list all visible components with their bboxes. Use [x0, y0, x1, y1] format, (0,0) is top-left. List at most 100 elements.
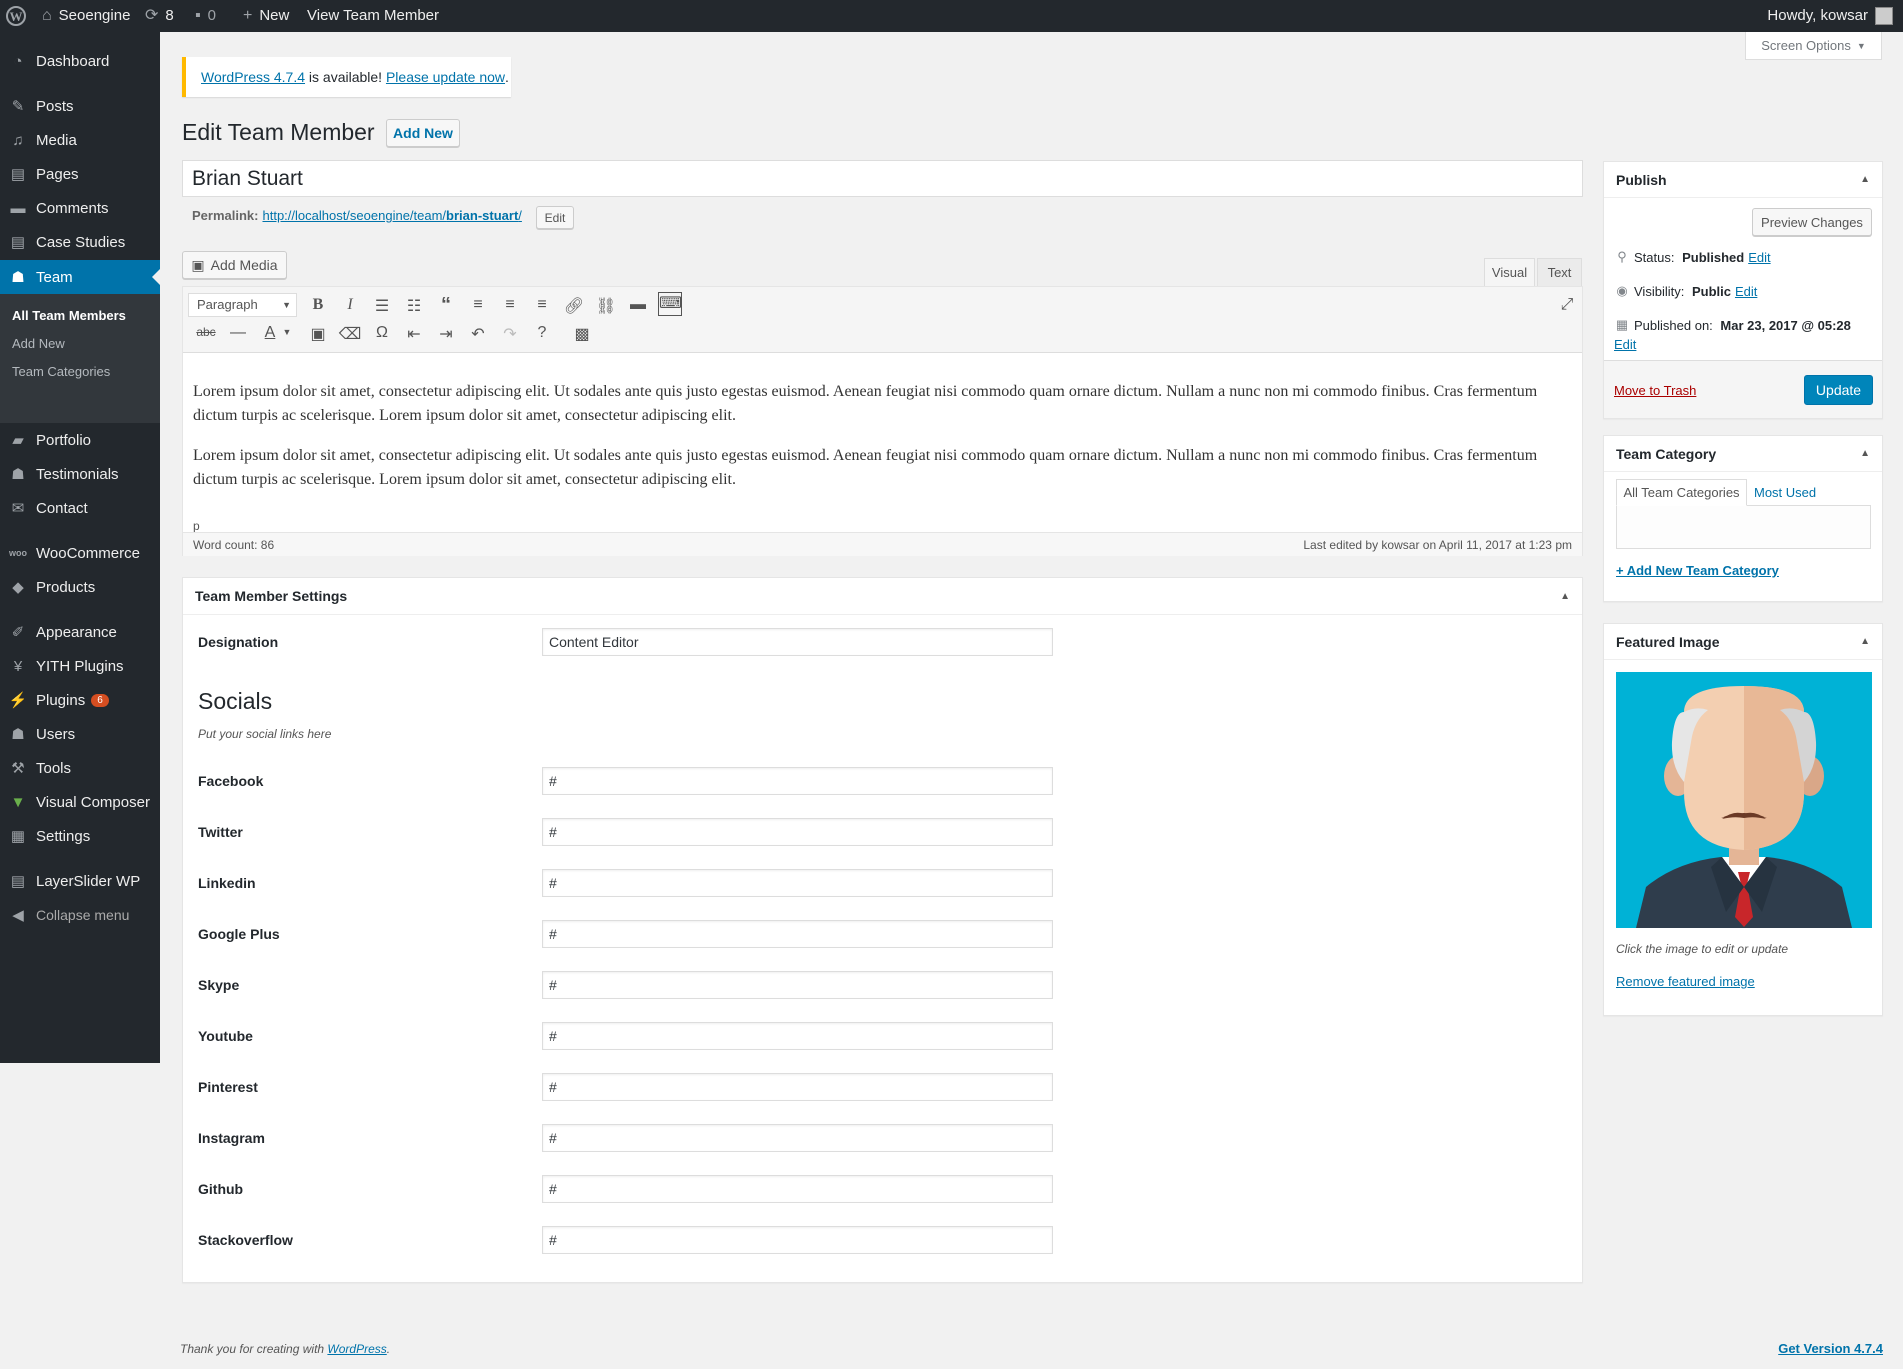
tab-most-used[interactable]: Most Used — [1754, 479, 1816, 506]
format-select[interactable]: Paragraph ▼ — [188, 293, 297, 317]
visibility-edit-link[interactable]: Edit — [1735, 284, 1757, 299]
menu-yith-plugins[interactable]: ¥ YITH Plugins — [0, 649, 160, 683]
github-input[interactable]: # — [542, 1175, 1053, 1203]
menu-woocommerce[interactable]: woo WooCommerce — [0, 536, 160, 570]
linkedin-input[interactable]: # — [542, 869, 1053, 897]
youtube-input[interactable]: # — [542, 1022, 1053, 1050]
stackoverflow-input[interactable]: # — [542, 1226, 1053, 1254]
tab-visual[interactable]: Visual — [1484, 258, 1535, 286]
menu-appearance[interactable]: ✐ Appearance — [0, 615, 160, 649]
editor-content[interactable]: Lorem ipsum dolor sit amet, consectetur … — [193, 380, 1573, 492]
align-left-icon[interactable]: ≡ — [466, 296, 490, 314]
menu-plugins[interactable]: ⚡ Plugins 6 — [0, 683, 160, 717]
menu-team[interactable]: ☗ Team — [0, 260, 160, 294]
account-menu[interactable]: Howdy, kowsar — [1767, 0, 1893, 32]
collapse-arrow-icon[interactable]: ▲ — [1560, 591, 1570, 602]
paste-text-icon[interactable]: ▣ — [306, 324, 330, 344]
wp-logo-menu[interactable]: W — [6, 0, 26, 32]
numbered-list-icon[interactable]: ☷ — [402, 296, 426, 316]
link-icon[interactable]: 🔗︎ — [562, 296, 586, 316]
strikethrough-icon[interactable]: abc — [194, 325, 218, 339]
collapse-arrow-icon[interactable]: ▲ — [1860, 174, 1870, 185]
outdent-icon[interactable]: ⇤ — [402, 324, 426, 344]
bullet-list-icon[interactable]: ☰ — [370, 296, 394, 316]
menu-visual-composer[interactable]: ▼ Visual Composer — [0, 785, 160, 819]
new-content-menu[interactable]: + New — [243, 0, 289, 32]
google-plus-input[interactable]: # — [542, 920, 1053, 948]
menu-layerslider[interactable]: ▤ LayerSlider WP — [0, 864, 160, 898]
special-character-icon[interactable]: Ω — [370, 324, 394, 342]
permalink-edit-button[interactable]: Edit — [536, 206, 574, 229]
preview-changes-button[interactable]: Preview Changes — [1752, 208, 1872, 236]
clear-formatting-icon[interactable]: ⌫ — [338, 324, 362, 344]
featured-image[interactable] — [1616, 672, 1872, 928]
menu-portfolio[interactable]: ▰ Portfolio — [0, 423, 160, 457]
add-new-button[interactable]: Add New — [386, 119, 460, 147]
collapse-arrow-icon[interactable]: ▲ — [1860, 448, 1870, 459]
menu-tools[interactable]: ⚒ Tools — [0, 751, 160, 785]
team-category-header[interactable]: Team Category ▲ — [1604, 436, 1882, 472]
publish-header[interactable]: Publish ▲ — [1604, 162, 1882, 198]
indent-icon[interactable]: ⇥ — [434, 324, 458, 344]
blockquote-icon[interactable]: “ — [434, 294, 458, 317]
title-input[interactable]: Brian Stuart — [182, 160, 1583, 197]
menu-comments[interactable]: ▬ Comments — [0, 191, 160, 225]
skype-input[interactable]: # — [542, 971, 1053, 999]
menu-users[interactable]: ☗ Users — [0, 717, 160, 751]
wordpress-version-link[interactable]: WordPress 4.7.4 — [201, 69, 305, 85]
submenu-team-categories[interactable]: Team Categories — [12, 364, 110, 379]
settings-header[interactable]: Team Member Settings ▲ — [183, 578, 1582, 615]
featured-image-header[interactable]: Featured Image ▲ — [1604, 624, 1882, 660]
update-now-link[interactable]: Please update now — [386, 69, 505, 85]
add-new-team-category-link[interactable]: + Add New Team Category — [1616, 563, 1779, 578]
caret-down-icon[interactable]: ▼ — [275, 327, 299, 337]
menu-case-studies[interactable]: ▤ Case Studies — [0, 225, 160, 259]
category-checklist[interactable] — [1616, 505, 1871, 549]
toolbar-toggle-icon[interactable]: ⌨ — [658, 292, 682, 316]
comments-menu[interactable]: ▪ 0 — [195, 0, 216, 32]
menu-products[interactable]: ◆ Products — [0, 570, 160, 604]
menu-testimonials[interactable]: ☗ Testimonials — [0, 457, 160, 491]
redo-icon[interactable]: ↷ — [498, 324, 522, 344]
update-button[interactable]: Update — [1804, 375, 1873, 405]
tab-all-team-categories[interactable]: All Team Categories — [1616, 479, 1747, 506]
insert-image-icon[interactable]: ▩ — [570, 324, 594, 344]
menu-media[interactable]: ♫ Media — [0, 123, 160, 157]
align-center-icon[interactable]: ≡ — [498, 296, 522, 314]
help-icon[interactable]: ? — [530, 324, 554, 342]
menu-contact[interactable]: ✉ Contact — [0, 491, 160, 525]
horizontal-line-icon[interactable]: — — [226, 324, 250, 342]
submenu-all-team-members[interactable]: All Team Members — [12, 308, 126, 323]
tab-text[interactable]: Text — [1537, 258, 1582, 286]
updates-menu[interactable]: ⟳ 8 — [145, 0, 174, 32]
remove-featured-image-link[interactable]: Remove featured image — [1616, 974, 1755, 989]
menu-pages[interactable]: ▤ Pages — [0, 157, 160, 191]
move-to-trash-link[interactable]: Move to Trash — [1614, 383, 1696, 398]
submenu-add-new[interactable]: Add New — [12, 336, 65, 351]
fullscreen-icon[interactable]: ⤢ — [1555, 296, 1579, 314]
menu-dashboard[interactable]: ◔ Dashboard — [0, 44, 160, 78]
status-edit-link[interactable]: Edit — [1748, 250, 1770, 265]
facebook-input[interactable]: # — [542, 767, 1053, 795]
menu-posts[interactable]: ✎ Posts — [0, 89, 160, 123]
bold-icon[interactable]: B — [306, 296, 330, 314]
read-more-icon[interactable]: ▬ — [626, 296, 650, 314]
screen-options-button[interactable]: Screen Options ▼ — [1745, 32, 1882, 60]
italic-icon[interactable]: I — [338, 296, 362, 314]
footer-wordpress-link[interactable]: WordPress — [327, 1342, 386, 1356]
site-name-menu[interactable]: ⌂ Seoengine — [42, 0, 130, 32]
get-version-link[interactable]: Get Version 4.7.4 — [1778, 1341, 1883, 1356]
menu-settings[interactable]: ▦ Settings — [0, 819, 160, 853]
add-media-button[interactable]: ▣ Add Media — [182, 251, 287, 279]
align-right-icon[interactable]: ≡ — [530, 296, 554, 314]
published-edit-link[interactable]: Edit — [1614, 337, 1636, 352]
collapse-menu[interactable]: ◀ Collapse menu — [0, 898, 160, 932]
instagram-input[interactable]: # — [542, 1124, 1053, 1152]
twitter-input[interactable]: # — [542, 818, 1053, 846]
undo-icon[interactable]: ↶ — [466, 324, 490, 344]
view-team-member-link[interactable]: View Team Member — [307, 0, 439, 32]
permalink-link[interactable]: http://localhost/seoengine/team/brian-st… — [262, 208, 521, 223]
designation-input[interactable]: Content Editor — [542, 628, 1053, 656]
unlink-icon[interactable]: ⛓ — [594, 296, 618, 316]
pinterest-input[interactable]: # — [542, 1073, 1053, 1101]
